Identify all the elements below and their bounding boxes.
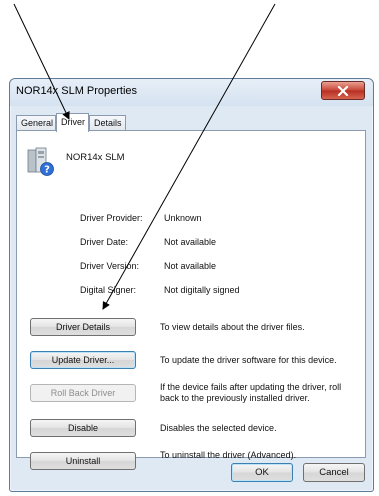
driver-details-button[interactable]: Driver Details — [30, 318, 136, 336]
driver-version-value: Not available — [164, 261, 217, 271]
driver-version-label: Driver Version: — [80, 261, 140, 271]
tab-details[interactable]: Details — [89, 115, 126, 130]
uninstall-description: To uninstall the driver (Advanced). — [160, 450, 297, 460]
tab-driver[interactable]: Driver — [56, 113, 89, 132]
digital-signer-label: Digital Signer: — [80, 285, 137, 295]
driver-details-description: To view details about the driver files. — [160, 322, 305, 332]
device-unknown-icon: ? — [27, 147, 55, 177]
close-button[interactable] — [321, 81, 365, 100]
update-driver-button[interactable]: Update Driver... — [30, 351, 136, 369]
ok-button[interactable]: OK — [231, 463, 293, 482]
driver-provider-value: Unknown — [164, 213, 202, 223]
digital-signer-value: Not digitally signed — [164, 285, 240, 295]
properties-dialog: NOR14x SLM Properties General Driver Det… — [9, 78, 374, 492]
disable-button[interactable]: Disable — [30, 419, 136, 437]
window-title: NOR14x SLM Properties — [16, 85, 138, 97]
roll-back-driver-description: If the device fails after updating the d… — [160, 382, 342, 403]
close-icon — [337, 85, 349, 96]
device-name: NOR14x SLM — [66, 152, 125, 163]
driver-provider-label: Driver Provider: — [80, 213, 143, 223]
driver-date-value: Not available — [164, 237, 217, 247]
cancel-button[interactable]: Cancel — [303, 463, 365, 482]
disable-description: Disables the selected device. — [160, 423, 277, 433]
tab-general[interactable]: General — [16, 115, 56, 130]
uninstall-button[interactable]: Uninstall — [30, 452, 136, 470]
driver-date-label: Driver Date: — [80, 237, 129, 247]
update-driver-description: To update the driver software for this d… — [160, 355, 337, 365]
roll-back-driver-button[interactable]: Roll Back Driver — [30, 384, 136, 402]
title-bar[interactable]: NOR14x SLM Properties — [10, 79, 373, 106]
svg-text:?: ? — [44, 165, 50, 176]
driver-tab-panel: ? NOR14x SLM Driver Provider: Unknown Dr… — [16, 130, 366, 470]
